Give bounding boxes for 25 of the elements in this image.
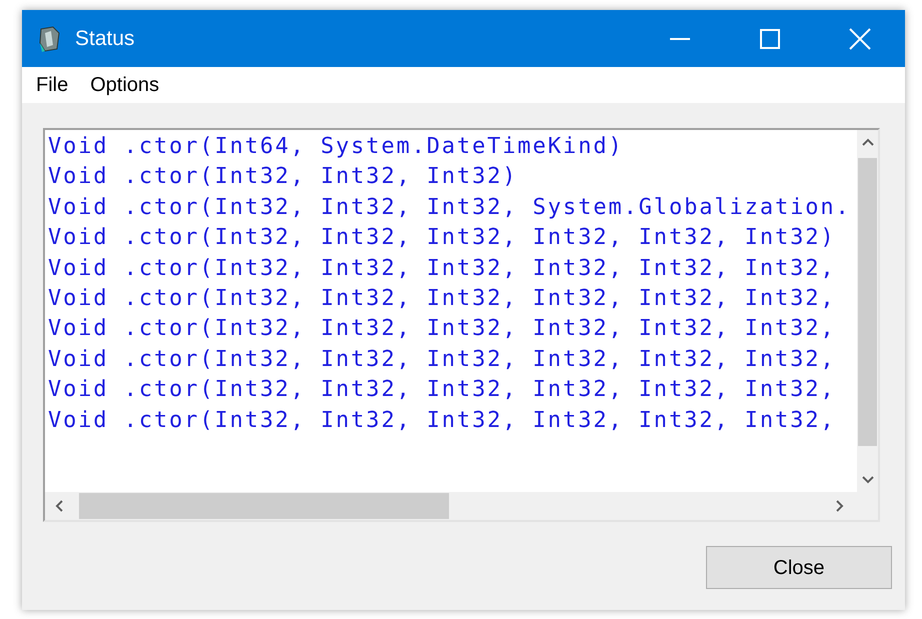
maximize-icon <box>760 28 780 48</box>
list-line[interactable]: Void .ctor(Int32, Int32, Int32, Int32, Int32, Int32) <box>48 223 836 254</box>
close-icon <box>849 28 871 50</box>
menu-item[interactable]: Options <box>90 70 160 100</box>
window-title: Status <box>75 26 135 52</box>
list-line[interactable]: Void .ctor(Int32, Int32, Int32, Int32, Int32, Int32, <box>48 344 836 376</box>
list-line[interactable]: Void .ctor(Int64, System.DateTimeKind) <box>48 132 624 162</box>
menu-item[interactable]: File <box>36 70 68 100</box>
vertical-scrollbar[interactable] <box>857 130 878 492</box>
close-button[interactable]: Close <box>706 546 892 589</box>
scroll-up-icon[interactable] <box>862 138 874 146</box>
list-line[interactable]: Void .ctor(Int32, Int32, Int32, Int32, Int32, Int32, <box>48 314 836 345</box>
list-line[interactable]: Void .ctor(Int32, Int32, Int32, Int32, Int32, Int32, <box>48 406 836 436</box>
horizontal-scrollbar[interactable] <box>45 492 878 520</box>
scroll-right-icon[interactable] <box>836 500 844 512</box>
scroll-left-icon[interactable] <box>55 500 63 512</box>
scrollbar-thumb[interactable] <box>79 493 449 519</box>
list-line[interactable]: Void .ctor(Int32, Int32, Int32, Int32, Int32, Int32, <box>48 375 836 406</box>
minimize-icon <box>670 38 690 40</box>
list-line[interactable]: Void .ctor(Int32, Int32, Int32, Int32, Int32, Int32, <box>48 254 836 284</box>
list-line[interactable]: Void .ctor(Int32, Int32, Int32) <box>48 162 518 193</box>
list-line[interactable]: Void .ctor(Int32, Int32, Int32, System.Globalization. <box>48 192 851 224</box>
scroll-down-icon[interactable] <box>862 476 874 484</box>
scrollbar-thumb[interactable] <box>858 158 877 446</box>
list-line[interactable]: Void .ctor(Int32, Int32, Int32, Int32, Int32, Int32, <box>48 284 836 314</box>
